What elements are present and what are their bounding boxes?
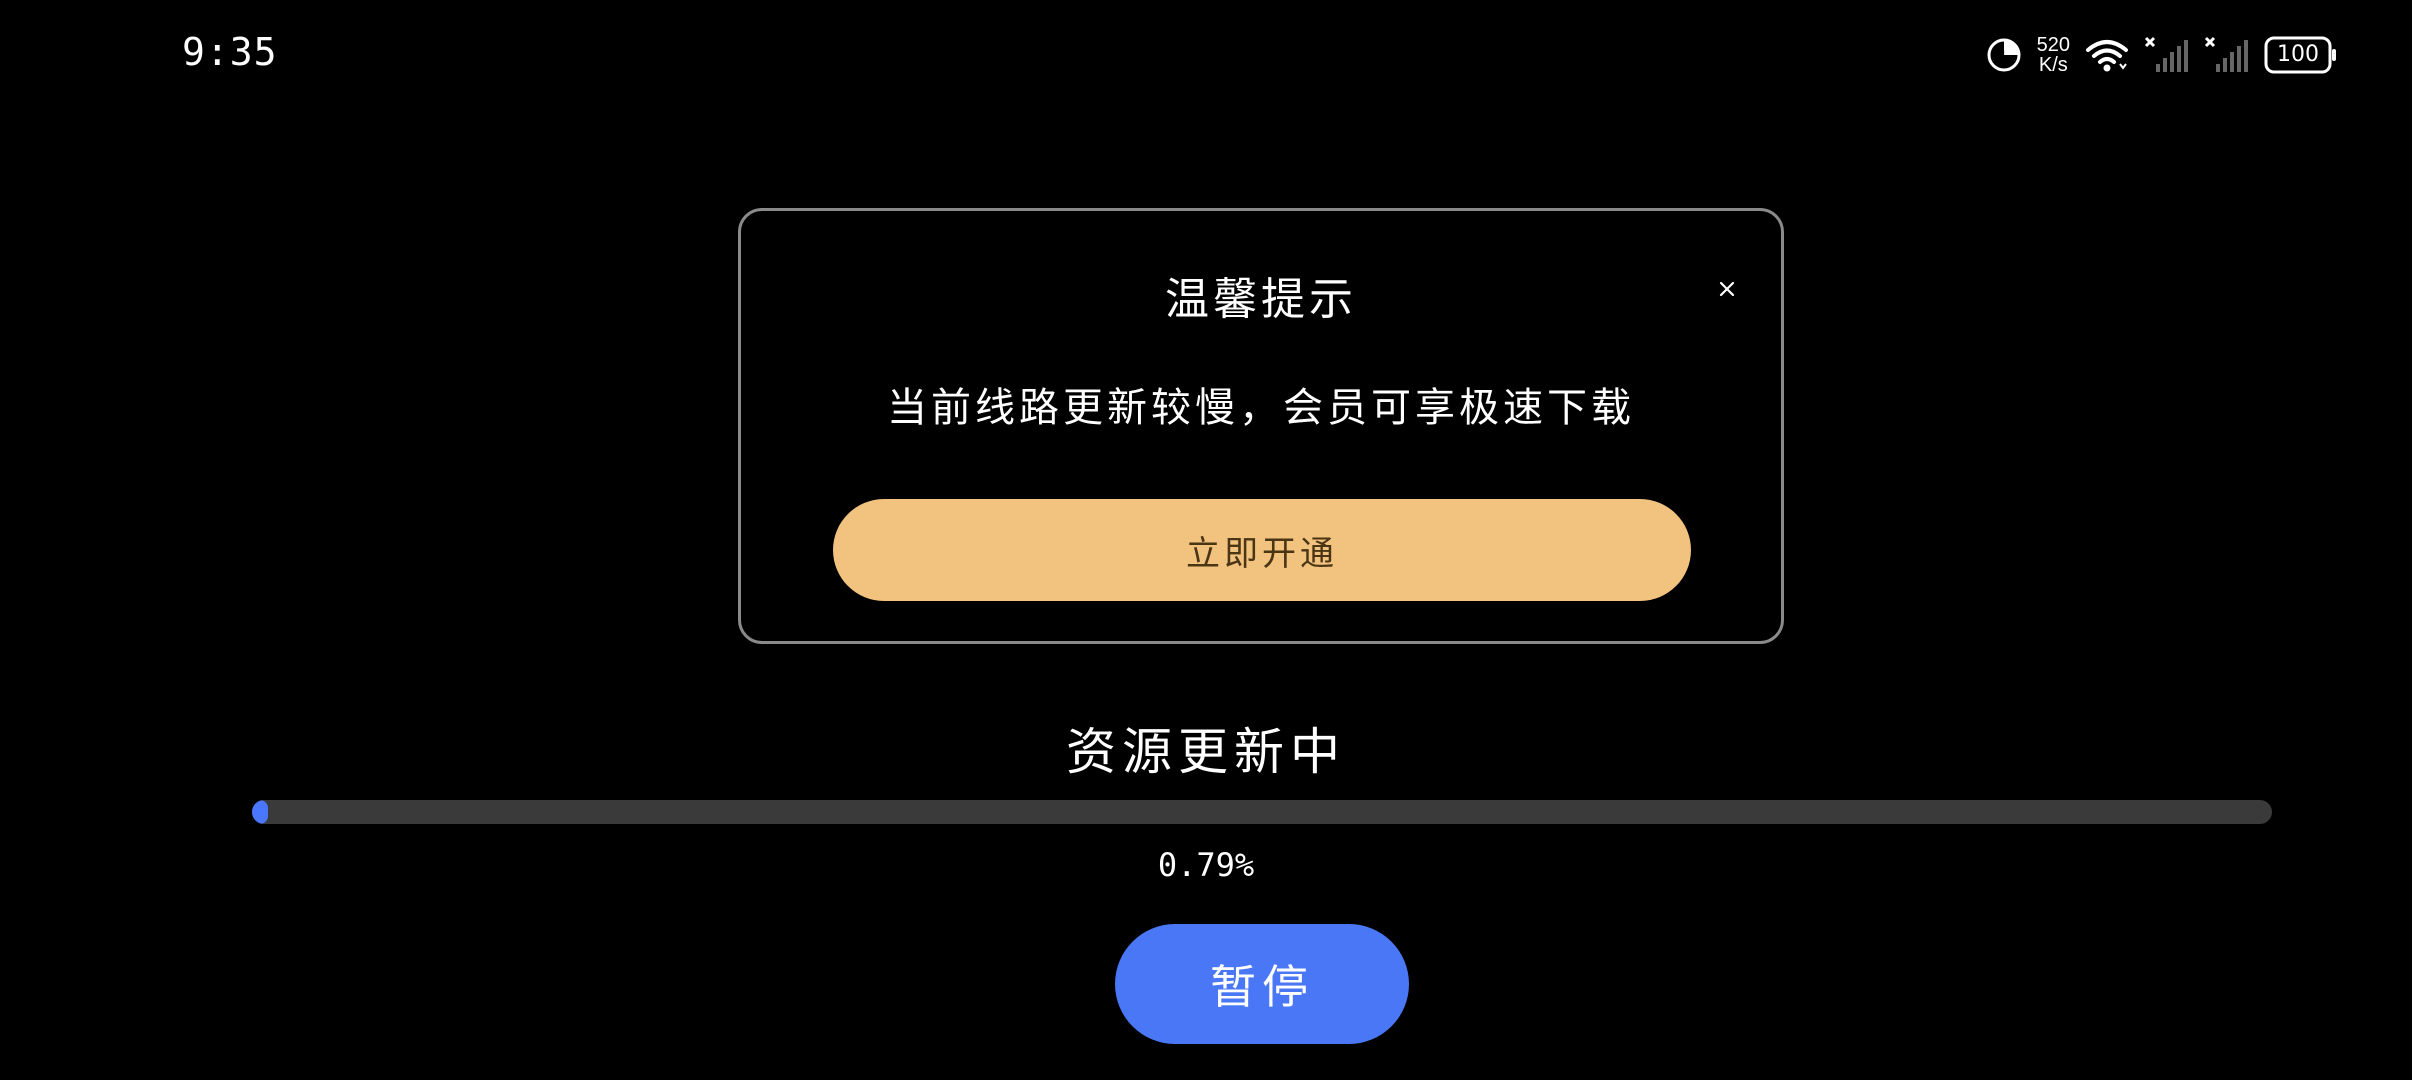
- svg-text:1: 1: [1998, 47, 2008, 66]
- signal-sim2-icon: [2204, 36, 2250, 74]
- activate-membership-button[interactable]: 立即开通: [833, 499, 1691, 601]
- wifi-icon: [2084, 36, 2130, 74]
- battery-icon: 100: [2264, 36, 2338, 74]
- tip-dialog: 温馨提示 当前线路更新较慢，会员可享极速下载 立即开通: [738, 208, 1784, 644]
- dialog-title: 温馨提示: [1165, 274, 1357, 325]
- net-speed-unit: K/s: [2038, 54, 2068, 76]
- status-time: 9:35: [182, 30, 278, 74]
- pause-button[interactable]: 暂停: [1115, 924, 1409, 1044]
- status-icons: 1 520 K/s 100: [1985, 30, 2338, 80]
- progress-title: 资源更新中: [1066, 723, 1346, 781]
- net-speed: 520 K/s: [2037, 35, 2070, 75]
- signal-sim1-icon: [2144, 36, 2190, 74]
- net-speed-value: 520: [2036, 34, 2070, 56]
- close-icon[interactable]: [1713, 275, 1741, 303]
- progress-fill: [252, 800, 268, 824]
- battery-level: 100: [2277, 42, 2319, 67]
- dialog-message: 当前线路更新较慢，会员可享极速下载: [887, 385, 1635, 431]
- progress-percent: 0.79%: [1157, 846, 1255, 884]
- screen: 9:35 1 520 K/s 100 温馨提示 当前线路更新较慢，会员可享极速下…: [0, 0, 2412, 1080]
- data-saver-icon: 1: [1985, 36, 2023, 74]
- progress-bar: [252, 800, 2272, 824]
